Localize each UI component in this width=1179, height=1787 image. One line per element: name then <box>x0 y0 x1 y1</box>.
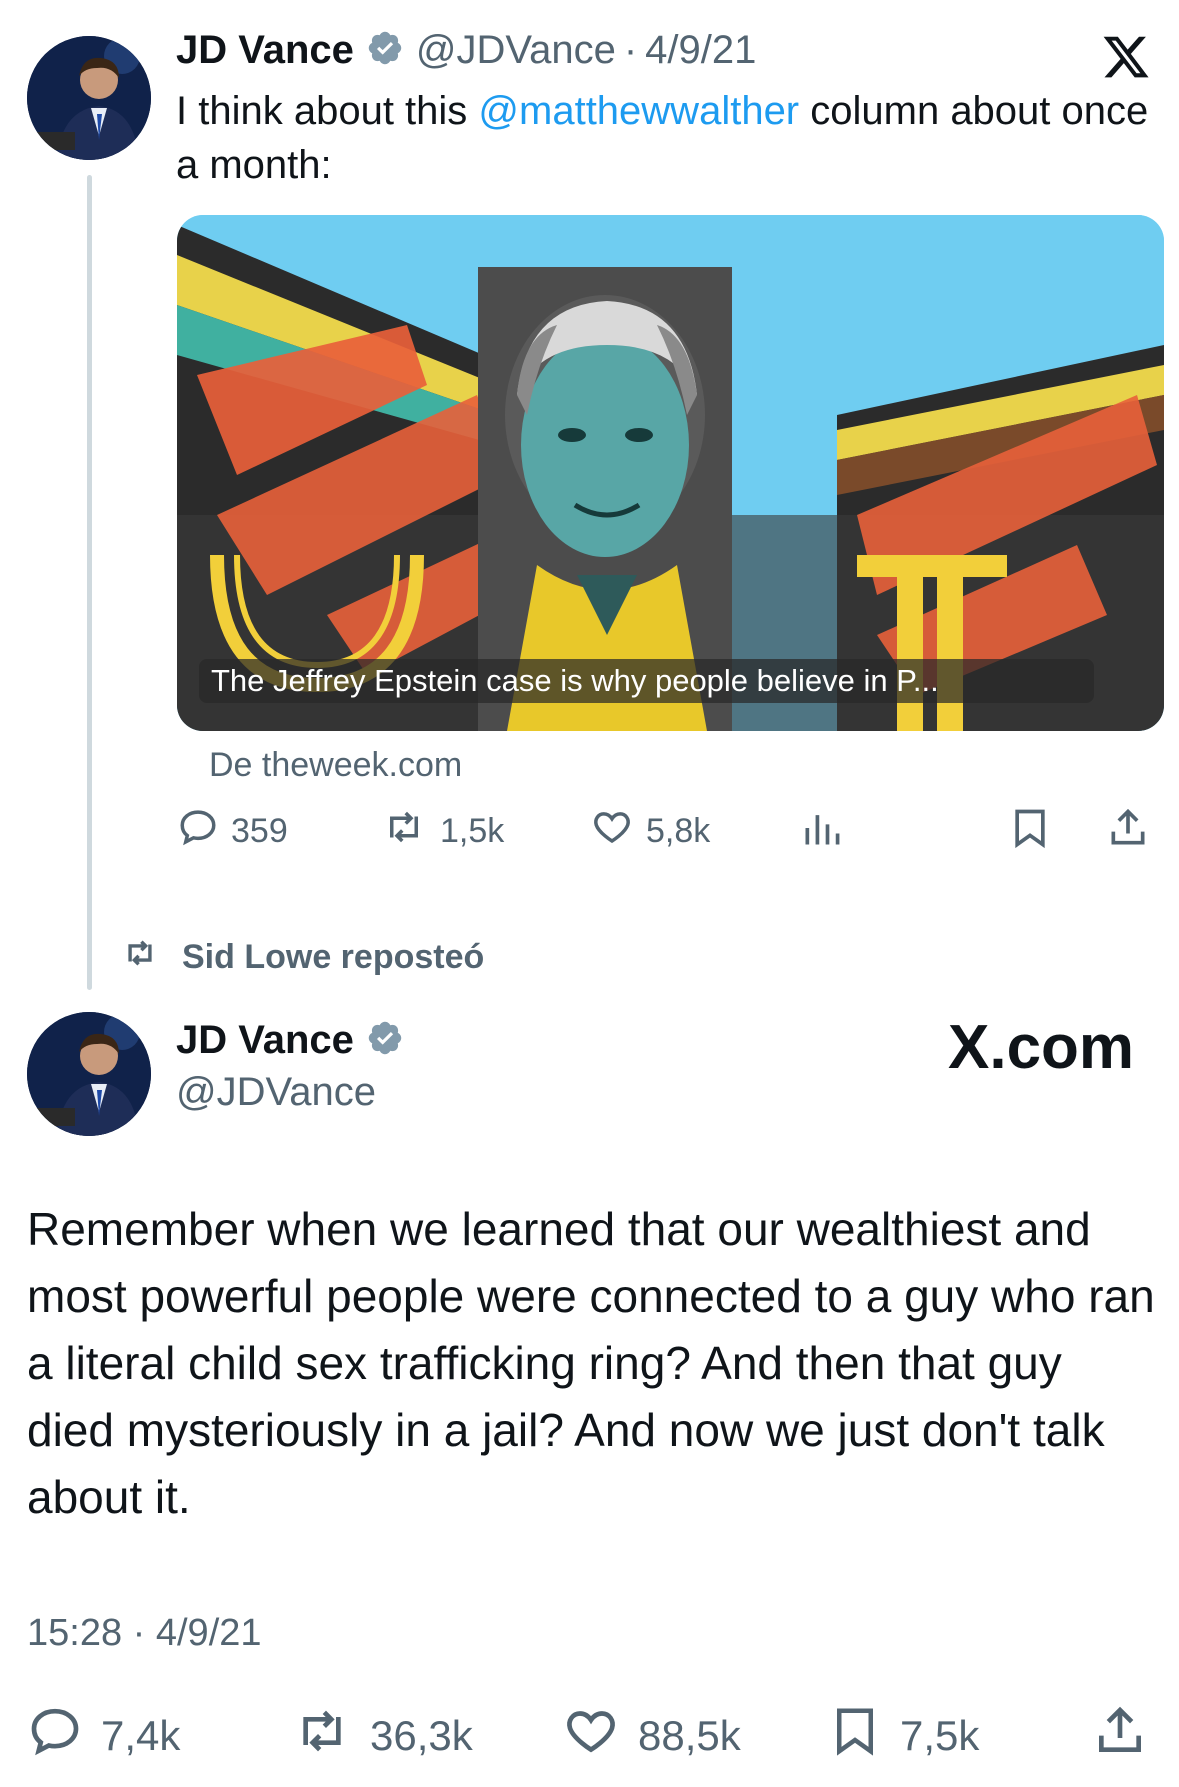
author-name[interactable]: JD Vance <box>176 28 354 73</box>
repost-count: 36,3k <box>370 1712 473 1759</box>
bookmark-icon <box>828 1703 882 1769</box>
reply-action[interactable]: 7,4k <box>27 1703 180 1769</box>
repost-banner-text: Sid Lowe reposteó <box>182 938 485 976</box>
tweet-date[interactable]: 4/9/21 <box>645 28 756 73</box>
views-icon <box>800 806 844 859</box>
like-count: 5,8k <box>646 812 711 850</box>
reply-action[interactable]: 359 <box>177 806 288 857</box>
views-action[interactable] <box>800 806 844 859</box>
repost-action[interactable]: 36,3k <box>292 1703 473 1769</box>
main-tweet-text: Remember when we learned that our wealth… <box>27 1203 1155 1523</box>
repost-action[interactable]: 1,5k <box>380 806 504 857</box>
like-action[interactable]: 5,8k <box>590 806 710 857</box>
reply-icon <box>27 1703 83 1769</box>
separator-dot: · <box>623 28 638 72</box>
repost-count: 1,5k <box>440 812 505 850</box>
card-image <box>177 215 1164 731</box>
verified-badge-icon <box>366 1019 404 1062</box>
share-icon <box>1092 1703 1148 1769</box>
share-action[interactable] <box>1106 806 1150 859</box>
avatar-quoted[interactable] <box>27 36 151 160</box>
like-icon <box>562 1703 620 1769</box>
author-handle[interactable]: @JDVance <box>416 28 616 73</box>
mention-link[interactable]: @matthewwalther <box>478 89 799 133</box>
brand-logo: X.com <box>948 1013 1135 1082</box>
bookmark-action[interactable] <box>1008 806 1052 859</box>
x-logo-icon <box>1100 32 1152 87</box>
link-card[interactable]: The Jeffrey Epstein case is why people b… <box>177 215 1164 731</box>
like-icon <box>590 806 634 857</box>
avatar-main[interactable] <box>27 1012 151 1136</box>
bookmark-count: 7,5k <box>900 1712 980 1759</box>
like-action[interactable]: 88,5k <box>562 1703 741 1769</box>
verified-badge-icon <box>366 29 404 72</box>
card-source[interactable]: De theweek.com <box>209 746 462 785</box>
share-action[interactable] <box>1092 1703 1148 1769</box>
repost-banner[interactable]: Sid Lowe reposteó <box>120 936 484 979</box>
author-handle[interactable]: @JDVance <box>176 1070 376 1115</box>
repost-icon <box>380 806 428 857</box>
thread-connector-line <box>87 175 92 990</box>
reply-icon <box>177 806 219 857</box>
reply-count: 7,4k <box>101 1712 181 1759</box>
main-tweet-author: JD Vance <box>176 1018 404 1063</box>
like-count: 88,5k <box>638 1712 741 1759</box>
reply-count: 359 <box>231 812 288 850</box>
repost-banner-icon <box>120 936 160 979</box>
bookmark-action[interactable]: 7,5k <box>828 1703 979 1769</box>
author-name[interactable]: JD Vance <box>176 1018 354 1063</box>
tweet-timestamp[interactable]: 15:28 · 4/9/21 <box>27 1612 262 1655</box>
quoted-tweet-header: JD Vance @JDVance · 4/9/21 <box>176 28 756 73</box>
text-before-mention: I think about this <box>176 89 479 133</box>
card-title: The Jeffrey Epstein case is why people b… <box>199 659 1094 703</box>
quoted-tweet-text: I think about this @matthewwalther colum… <box>176 84 1166 192</box>
repost-icon <box>292 1703 352 1769</box>
bookmark-icon <box>1008 806 1052 859</box>
share-icon <box>1106 806 1150 859</box>
